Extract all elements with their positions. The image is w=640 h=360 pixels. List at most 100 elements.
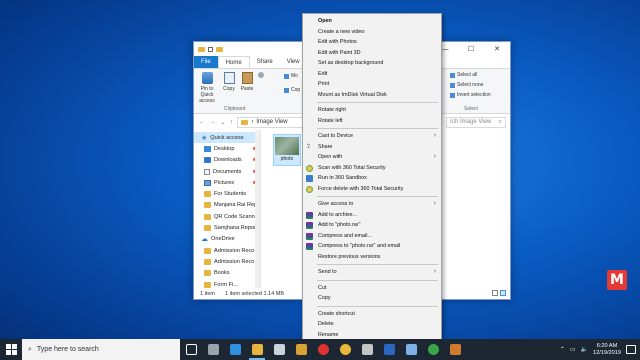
- properties-icon[interactable]: [208, 46, 213, 52]
- nav-pictures[interactable]: Pictures 📌: [194, 177, 260, 188]
- network-icon[interactable]: ▭: [570, 346, 576, 353]
- taskbar-search-placeholder: Type here to search: [36, 346, 99, 353]
- volume-icon[interactable]: 🔈: [581, 346, 588, 353]
- taskbar-app-notepad[interactable]: [400, 339, 422, 360]
- chevron-up-icon[interactable]: ⌃: [560, 346, 565, 353]
- copy-to-button[interactable]: Cop: [284, 87, 300, 93]
- forward-icon[interactable]: →: [209, 119, 216, 126]
- nav-qr-code-scanner[interactable]: QR Code Scanne: [194, 211, 260, 222]
- menu-item-open-with[interactable]: Open with ›: [303, 152, 441, 163]
- menu-item-label: Open: [318, 18, 332, 25]
- tab-share[interactable]: Share: [250, 56, 280, 68]
- menu-separator: [317, 305, 438, 307]
- taskbar-app-store[interactable]: [202, 339, 224, 360]
- menu-item-run-in-360-sandbox[interactable]: Run in 360 Sandbox: [303, 173, 441, 184]
- taskbar-app-settings[interactable]: [356, 339, 378, 360]
- desktop-app-icon[interactable]: M: [607, 270, 627, 290]
- taskbar-app-media-player[interactable]: [290, 339, 312, 360]
- menu-item-restore-previous-versions[interactable]: Restore previous versions: [303, 252, 441, 263]
- select-none-button[interactable]: Select none: [450, 82, 483, 88]
- nav-documents[interactable]: Documents 📌: [194, 166, 260, 177]
- taskbar: ⌕ Type here to search ⌃ ▭ 🔈 6:20 AM 12/1…: [0, 339, 640, 360]
- menu-item-force-delete-with-360-total-security[interactable]: Force delete with 360 Total Security: [303, 184, 441, 195]
- menu-item-delete[interactable]: Delete: [303, 319, 441, 330]
- 360-icon: [306, 164, 313, 172]
- menu-item-rotate-right[interactable]: Rotate right: [303, 105, 441, 116]
- nav-admission-record-1[interactable]: Admission Reco: [194, 245, 260, 256]
- recent-dropdown-icon[interactable]: ⌄: [220, 118, 226, 126]
- menu-item-share[interactable]: ⇪ Share: [303, 142, 441, 153]
- details-view-icon[interactable]: [492, 290, 498, 296]
- nav-for-students[interactable]: For Students: [194, 188, 260, 199]
- taskbar-search[interactable]: ⌕ Type here to search: [22, 339, 180, 360]
- menu-item-open[interactable]: Open: [303, 16, 441, 27]
- menu-item-give-access-to[interactable]: Give access to ›: [303, 199, 441, 210]
- folder-icon: [204, 270, 211, 277]
- menu-item-label: Give access to: [318, 201, 354, 208]
- menu-item-cast-to-device[interactable]: Cast to Device ›: [303, 131, 441, 142]
- menu-item-mount-as-imdisk-virtual-disk[interactable]: Mount as ImDisk Virtual Disk: [303, 90, 441, 101]
- taskbar-app-task-view[interactable]: [180, 339, 202, 360]
- taskbar-app-mail[interactable]: [268, 339, 290, 360]
- clipboard-group-label: Clipboard: [224, 106, 246, 112]
- file-item-photo[interactable]: photo: [273, 134, 301, 166]
- clock[interactable]: 6:20 AM 12/19/2019: [593, 343, 621, 357]
- invert-selection-icon: [450, 92, 455, 98]
- invert-selection-button[interactable]: Invert selection: [450, 92, 491, 98]
- taskbar-app-camtasia[interactable]: [422, 339, 444, 360]
- nav-label: Pictures: [214, 179, 235, 186]
- menu-item-copy[interactable]: Copy: [303, 293, 441, 304]
- chevron-right-icon: ›: [433, 132, 436, 139]
- nav-form-fill[interactable]: Form Fi...: [194, 279, 260, 288]
- nav-quick-access[interactable]: ★ Quick access: [194, 132, 260, 144]
- up-icon[interactable]: ↑: [230, 119, 234, 126]
- tab-home[interactable]: Home: [217, 56, 250, 68]
- cut-button[interactable]: [256, 69, 266, 113]
- notepad-icon: [405, 344, 417, 355]
- nav-onedrive[interactable]: ☁ OneDrive: [194, 234, 260, 245]
- maximize-button[interactable]: ☐: [458, 42, 484, 56]
- tab-file[interactable]: File: [194, 56, 218, 68]
- menu-item-compress-to-photo-rar-and-email[interactable]: Compress to "photo.rar" and email: [303, 241, 441, 252]
- menu-item-send-to[interactable]: Send to ›: [303, 267, 441, 278]
- menu-item-add-to-photo-rar[interactable]: Add to "photo.rar": [303, 220, 441, 231]
- menu-item-compress-and-email[interactable]: Compress and email...: [303, 231, 441, 242]
- nav-books[interactable]: Books: [194, 268, 260, 279]
- menu-item-set-as-desktop-background[interactable]: Set as desktop background: [303, 58, 441, 69]
- large-icons-view-icon[interactable]: [500, 290, 506, 296]
- copy-label: Copy: [223, 86, 235, 92]
- back-icon[interactable]: ←: [198, 119, 205, 126]
- nav-label: Desktop: [214, 145, 235, 152]
- menu-item-create-a-new-video[interactable]: Create a new video: [303, 27, 441, 38]
- close-button[interactable]: ✕: [484, 42, 510, 56]
- menu-item-create-shortcut[interactable]: Create shortcut: [303, 309, 441, 320]
- menu-item-edit[interactable]: Edit: [303, 69, 441, 80]
- taskbar-app-word[interactable]: [378, 339, 400, 360]
- nav-admission-record-2[interactable]: Admission Reco: [194, 256, 260, 267]
- start-button[interactable]: [0, 339, 22, 360]
- notification-icon[interactable]: [626, 345, 636, 354]
- taskbar-app-app[interactable]: [444, 339, 466, 360]
- menu-item-edit-with-photos[interactable]: Edit with Photos: [303, 37, 441, 48]
- taskbar-app-file-explorer[interactable]: [246, 339, 268, 360]
- menu-item-edit-with-paint-3d[interactable]: Edit with Paint 3D: [303, 48, 441, 59]
- menu-item-print[interactable]: Print: [303, 79, 441, 90]
- select-all-button[interactable]: Select all: [450, 72, 477, 78]
- nav-scrollbar[interactable]: [255, 130, 260, 288]
- taskbar-app-opera[interactable]: [312, 339, 334, 360]
- menu-item-cut[interactable]: Cut: [303, 283, 441, 294]
- search-input[interactable]: rch Image View ⌕: [446, 116, 506, 128]
- menu-item-scan-with-360-total-security[interactable]: Scan with 360 Total Security: [303, 163, 441, 174]
- nav-manjana-rai-rep[interactable]: Manjana Rai Rep: [194, 200, 260, 211]
- nav-label: For Students: [214, 191, 247, 198]
- taskbar-app-edge[interactable]: [224, 339, 246, 360]
- move-to-button[interactable]: Mo: [284, 73, 298, 79]
- menu-item-add-to-archive[interactable]: Add to archive...: [303, 210, 441, 221]
- nav-samjhana-report[interactable]: Samjhana Repor: [194, 222, 260, 233]
- nav-downloads[interactable]: Downloads 📌: [194, 155, 260, 166]
- new-folder-icon[interactable]: [216, 46, 223, 52]
- menu-item-rotate-left[interactable]: Rotate left: [303, 116, 441, 127]
- nav-desktop[interactable]: Desktop 📌: [194, 143, 260, 154]
- pin-quick-access-button[interactable]: Pin to Quick access: [194, 69, 220, 113]
- taskbar-app-chrome[interactable]: [334, 339, 356, 360]
